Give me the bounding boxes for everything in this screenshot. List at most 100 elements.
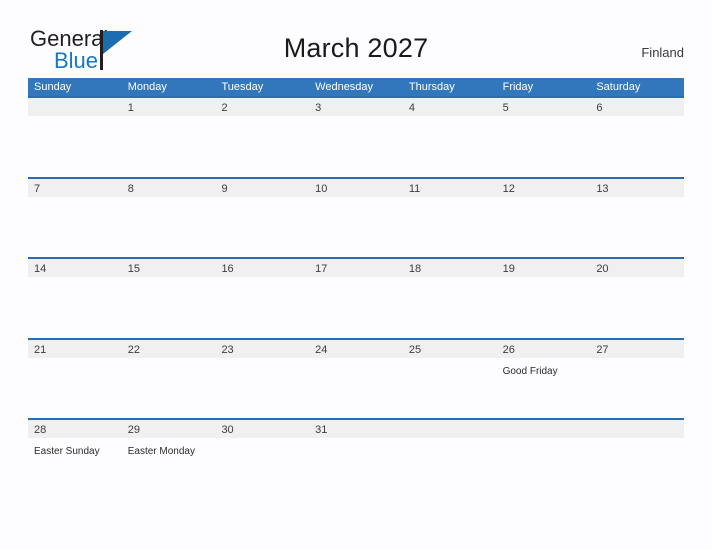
day-cell[interactable]: 22 bbox=[122, 340, 216, 358]
day-cell[interactable] bbox=[403, 420, 497, 438]
day-cell[interactable]: 10 bbox=[309, 179, 403, 197]
day-cell[interactable]: 28 bbox=[28, 420, 122, 438]
day-events[interactable] bbox=[590, 358, 684, 418]
day-events-easter-monday[interactable]: Easter Monday bbox=[122, 438, 216, 498]
day-number: 14 bbox=[34, 263, 47, 275]
day-number: 20 bbox=[596, 263, 609, 275]
day-content-band: Easter Sunday Easter Monday bbox=[28, 438, 684, 498]
calendar-week-row: 21 22 23 24 25 26 27 Good Friday bbox=[28, 337, 684, 419]
day-events[interactable] bbox=[403, 358, 497, 418]
day-events[interactable] bbox=[497, 277, 591, 337]
day-events[interactable] bbox=[28, 358, 122, 418]
day-number: 19 bbox=[502, 263, 515, 275]
day-cell[interactable]: 7 bbox=[28, 179, 122, 197]
day-cell[interactable]: 27 bbox=[590, 340, 684, 358]
day-number: 1 bbox=[127, 102, 134, 114]
day-cell[interactable] bbox=[497, 420, 591, 438]
day-cell[interactable]: 3 bbox=[309, 98, 403, 116]
weekday-header-sunday: Sunday bbox=[34, 81, 72, 93]
day-events[interactable] bbox=[309, 197, 403, 257]
day-cell[interactable]: 20 bbox=[590, 259, 684, 277]
day-events[interactable] bbox=[309, 438, 403, 498]
day-cell[interactable]: 2 bbox=[215, 98, 309, 116]
weekday-header-row: Sunday Monday Tuesday Wednesday Thursday… bbox=[28, 78, 684, 96]
weekday-header-monday: Monday bbox=[127, 81, 167, 93]
day-events[interactable] bbox=[497, 116, 591, 176]
day-events[interactable] bbox=[215, 438, 309, 498]
day-events[interactable] bbox=[28, 197, 122, 257]
day-cell[interactable]: 26 bbox=[497, 340, 591, 358]
day-events[interactable] bbox=[28, 116, 122, 176]
day-content-band bbox=[28, 197, 684, 257]
day-cell[interactable]: 30 bbox=[215, 420, 309, 438]
day-cell[interactable]: 29 bbox=[122, 420, 216, 438]
day-events[interactable] bbox=[215, 277, 309, 337]
day-events[interactable] bbox=[590, 197, 684, 257]
day-cell[interactable]: 18 bbox=[403, 259, 497, 277]
calendar-week-row: 1 2 3 4 5 6 bbox=[28, 96, 684, 177]
day-cell[interactable]: 12 bbox=[497, 179, 591, 197]
day-cell[interactable]: 8 bbox=[122, 179, 216, 197]
day-cell[interactable]: 19 bbox=[497, 259, 591, 277]
day-number: 11 bbox=[408, 182, 421, 195]
day-number: 27 bbox=[596, 343, 609, 356]
day-cell[interactable]: 16 bbox=[215, 259, 309, 277]
day-number: 22 bbox=[127, 343, 140, 356]
day-number: 10 bbox=[315, 182, 328, 195]
day-events[interactable] bbox=[28, 277, 122, 337]
day-events[interactable] bbox=[309, 358, 403, 418]
day-events[interactable] bbox=[590, 277, 684, 337]
day-cell[interactable]: 17 bbox=[309, 259, 403, 277]
day-events[interactable] bbox=[122, 358, 216, 418]
day-cell[interactable]: 21 bbox=[28, 340, 122, 358]
day-cell[interactable]: 14 bbox=[28, 259, 122, 277]
day-events[interactable] bbox=[215, 116, 309, 176]
weekday-header-friday: Friday bbox=[502, 81, 534, 93]
page-header: General Blue March 2027 Finland bbox=[0, 0, 712, 78]
day-events[interactable] bbox=[590, 116, 684, 176]
day-events-easter-sunday[interactable]: Easter Sunday bbox=[28, 438, 122, 498]
day-number: 3 bbox=[315, 102, 322, 114]
day-events[interactable] bbox=[590, 438, 684, 498]
day-cell[interactable]: 11 bbox=[403, 179, 497, 197]
day-events[interactable] bbox=[309, 277, 403, 337]
day-number: 8 bbox=[127, 182, 134, 195]
day-cell[interactable]: 1 bbox=[122, 98, 216, 116]
day-number: 4 bbox=[408, 102, 415, 114]
day-events[interactable] bbox=[403, 438, 497, 498]
day-cell[interactable] bbox=[28, 98, 122, 116]
day-cell[interactable]: 13 bbox=[590, 179, 684, 197]
day-events-good-friday[interactable]: Good Friday bbox=[497, 358, 591, 418]
day-cell[interactable]: 15 bbox=[122, 259, 216, 277]
day-cell[interactable]: 6 bbox=[590, 98, 684, 116]
day-number-band: 7 8 9 10 11 12 13 bbox=[28, 178, 684, 197]
day-events[interactable] bbox=[309, 116, 403, 176]
day-events[interactable] bbox=[122, 116, 216, 176]
day-events[interactable] bbox=[497, 438, 591, 498]
day-events[interactable] bbox=[403, 197, 497, 257]
day-events[interactable] bbox=[497, 197, 591, 257]
day-number: 18 bbox=[408, 263, 422, 275]
day-number: 2 bbox=[221, 102, 228, 114]
day-cell[interactable]: 5 bbox=[497, 98, 591, 116]
day-events[interactable] bbox=[122, 277, 216, 337]
day-cell[interactable]: 31 bbox=[309, 420, 403, 438]
day-events[interactable] bbox=[403, 277, 497, 337]
day-number: 12 bbox=[502, 182, 515, 195]
day-number-band: 28 29 30 31 bbox=[28, 420, 684, 438]
day-cell[interactable]: 24 bbox=[309, 340, 403, 358]
day-number: 7 bbox=[34, 182, 41, 195]
day-number: 16 bbox=[221, 263, 234, 275]
day-cell[interactable] bbox=[590, 420, 684, 438]
day-events[interactable] bbox=[403, 116, 497, 176]
day-events[interactable] bbox=[215, 358, 309, 418]
day-cell[interactable]: 25 bbox=[403, 340, 497, 358]
day-number: 28 bbox=[34, 424, 47, 436]
day-events[interactable] bbox=[122, 197, 216, 257]
weekday-header-wednesday: Wednesday bbox=[315, 81, 374, 93]
event-label: Easter Monday bbox=[127, 446, 195, 457]
day-cell[interactable]: 9 bbox=[215, 179, 309, 197]
day-events[interactable] bbox=[215, 197, 309, 257]
day-cell[interactable]: 23 bbox=[215, 340, 309, 358]
day-cell[interactable]: 4 bbox=[403, 98, 497, 116]
